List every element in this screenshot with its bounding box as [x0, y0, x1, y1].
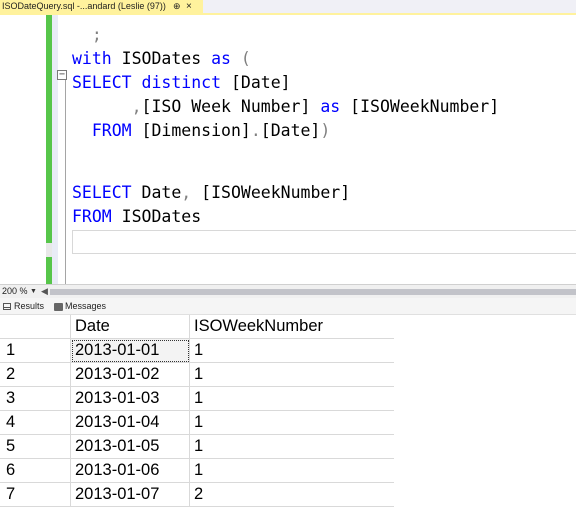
- table-row[interactable]: 4 2013-01-04 1: [0, 410, 394, 435]
- isoweeknumber-cell[interactable]: 1: [189, 362, 394, 387]
- date-cell[interactable]: 2013-01-01: [70, 338, 190, 363]
- close-icon[interactable]: ×: [186, 0, 192, 13]
- column-header-date[interactable]: Date: [70, 315, 190, 339]
- date-cell[interactable]: 2013-01-05: [70, 434, 190, 459]
- code-line[interactable]: SELECT Date, [ISOWeekNumber]: [72, 181, 350, 205]
- row-number[interactable]: 3: [0, 386, 71, 411]
- identifier-token: [Date]: [260, 121, 321, 140]
- identifier-token: ISODates: [121, 207, 202, 226]
- row-number[interactable]: 4: [0, 410, 71, 435]
- table-row[interactable]: 6 2013-01-06 1: [0, 458, 394, 483]
- date-cell[interactable]: 2013-01-07: [70, 482, 190, 507]
- grid-header-row: Date ISOWeekNumber: [0, 315, 394, 339]
- results-grid[interactable]: Date ISOWeekNumber 1 2013-01-01 1 2 2013…: [0, 315, 576, 532]
- date-cell[interactable]: 2013-01-04: [70, 410, 190, 435]
- identifier-token: [ISOWeekNumber]: [201, 183, 351, 202]
- date-cell[interactable]: 2013-01-03: [70, 386, 190, 411]
- query-tab[interactable]: ISODateQuery.sql -...andard (Leslie (97)…: [0, 0, 203, 13]
- keyword-token: FROM: [72, 207, 122, 226]
- code-line[interactable]: FROM ISODates: [72, 205, 201, 229]
- identifier-token: [ISOWeekNumber]: [350, 97, 500, 116]
- identifier-token: [Dimension]: [141, 121, 251, 140]
- row-number[interactable]: 5: [0, 434, 71, 459]
- row-number[interactable]: 7: [0, 482, 71, 507]
- tab-messages-label: Messages: [65, 301, 107, 311]
- row-number[interactable]: 6: [0, 458, 71, 483]
- keyword-token: as: [320, 97, 351, 116]
- identifier-token: [ISO Week Number]: [141, 97, 321, 116]
- messages-icon: [54, 302, 63, 311]
- isoweeknumber-cell[interactable]: 1: [189, 434, 394, 459]
- tab-messages[interactable]: Messages: [54, 298, 106, 314]
- code-line[interactable]: ,[ISO Week Number] as [ISOWeekNumber]: [72, 95, 500, 119]
- keyword-token: SELECT: [72, 183, 142, 202]
- operator-token: ;: [72, 25, 102, 44]
- table-row[interactable]: 5 2013-01-05 1: [0, 434, 394, 459]
- document-tab-bar: ISODateQuery.sql -...andard (Leslie (97)…: [0, 0, 576, 14]
- zoom-level[interactable]: 200 %: [2, 285, 28, 298]
- editor-status-bar: 200 % ▼ ◀: [0, 284, 576, 299]
- isoweeknumber-cell[interactable]: 1: [189, 410, 394, 435]
- tab-results-label: Results: [14, 301, 45, 311]
- horizontal-scrollbar[interactable]: [50, 289, 576, 295]
- zoom-dropdown-icon[interactable]: ▼: [30, 285, 37, 298]
- table-row[interactable]: 2 2013-01-02 1: [0, 362, 394, 387]
- code-line[interactable]: FROM [Dimension].[Date]): [72, 119, 330, 143]
- operator-token: .: [250, 121, 261, 140]
- editor-gutter: [52, 15, 58, 284]
- outline-line: [65, 75, 66, 284]
- isoweeknumber-cell[interactable]: 1: [189, 386, 394, 411]
- code-line[interactable]: ;: [72, 23, 102, 47]
- row-number[interactable]: 1: [0, 338, 71, 363]
- identifier-token: ISODates: [121, 49, 212, 68]
- query-tab-title: ISODateQuery.sql -...andard (Leslie (97)…: [2, 1, 166, 11]
- table-row[interactable]: 3 2013-01-03 1: [0, 386, 394, 411]
- current-line-highlight: [72, 230, 576, 254]
- table-row[interactable]: 7 2013-01-07 2: [0, 482, 394, 507]
- keyword-token: with: [72, 49, 122, 68]
- sql-editor[interactable]: − ; with ISODates as (SELECT distinct [Da…: [0, 15, 576, 284]
- keyword-token: SELECT: [72, 73, 142, 92]
- code-line[interactable]: with ISODates as (: [72, 47, 251, 71]
- identifier-token: Date: [141, 183, 182, 202]
- table-row[interactable]: 1 2013-01-01 1: [0, 338, 394, 363]
- isoweeknumber-cell[interactable]: 1: [189, 458, 394, 483]
- keyword-token: FROM: [72, 121, 142, 140]
- operator-token: (: [240, 49, 251, 68]
- results-tabs: Results Messages: [0, 298, 576, 315]
- collapse-icon[interactable]: −: [57, 70, 67, 80]
- grid-icon: [3, 303, 11, 311]
- row-number[interactable]: 2: [0, 362, 71, 387]
- identifier-token: [Date]: [230, 73, 291, 92]
- tab-results[interactable]: Results: [3, 298, 44, 314]
- isoweeknumber-cell[interactable]: 2: [189, 482, 394, 507]
- operator-token: ,: [72, 97, 142, 116]
- pin-icon[interactable]: ⊕: [173, 0, 181, 13]
- operator-token: ): [320, 121, 331, 140]
- code-line[interactable]: SELECT distinct [Date]: [72, 71, 291, 95]
- row-number-header: [0, 315, 71, 339]
- operator-token: ,: [181, 183, 202, 202]
- isoweeknumber-cell[interactable]: 1: [189, 338, 394, 363]
- editor-left-margin: [0, 15, 46, 284]
- column-header-isoweeknumber[interactable]: ISOWeekNumber: [189, 315, 394, 339]
- date-cell[interactable]: 2013-01-02: [70, 362, 190, 387]
- keyword-token: distinct: [141, 73, 231, 92]
- scroll-left-icon[interactable]: ◀: [41, 285, 48, 298]
- keyword-token: as: [211, 49, 241, 68]
- date-cell[interactable]: 2013-01-06: [70, 458, 190, 483]
